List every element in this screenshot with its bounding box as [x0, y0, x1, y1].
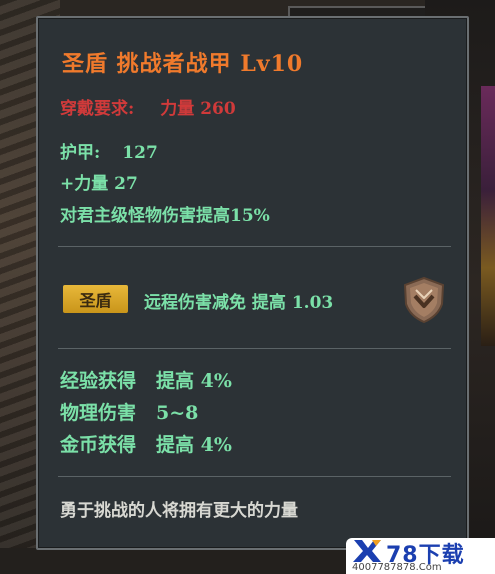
bonus-value: 提高 4%: [156, 370, 232, 392]
x-logo-icon: [353, 540, 381, 562]
stat-armor: 护甲: 127: [60, 138, 158, 163]
bonus-value: 5~8: [156, 402, 199, 424]
bonus-gold: 金币获得 提高 4%: [60, 430, 232, 457]
divider: [58, 246, 451, 247]
flavor-text: 勇于挑战的人将拥有更大的力量: [60, 501, 298, 521]
background-item-slot: [481, 86, 495, 346]
bonus-value: 提高 4%: [156, 434, 232, 456]
bonus-label: 物理伤害: [60, 402, 137, 424]
stat-strength: +力量 27: [60, 169, 138, 194]
stat-label: 对君主级怪物伤害提高15%: [60, 206, 270, 226]
shield-emblem-icon: [403, 276, 445, 324]
bonus-label: 金币获得: [60, 434, 137, 456]
requirement-value: 力量 260: [160, 99, 236, 119]
set-effect: 远程伤害减免 提高 1.03: [144, 293, 334, 313]
set-badge: 圣盾: [63, 285, 128, 313]
stat-label: 护甲:: [60, 143, 101, 163]
divider: [58, 348, 451, 349]
bonus-physical: 物理伤害 5~8: [60, 398, 198, 425]
bonus-exp: 经验获得 提高 4%: [60, 366, 232, 393]
divider: [58, 476, 451, 477]
item-tooltip: 圣盾 挑战者战甲 Lv10 穿戴要求: 力量 260 护甲: 127 +力量 27 …: [36, 16, 469, 550]
item-title: 圣盾 挑战者战甲 Lv10: [62, 51, 304, 77]
requirement-line: 穿戴要求: 力量 260: [60, 94, 236, 119]
stat-value: 127: [122, 143, 158, 163]
stat-label: +力量 27: [60, 174, 138, 194]
watermark: 78下载 4007787878.Com: [346, 538, 495, 574]
bonus-label: 经验获得: [60, 370, 137, 392]
stat-lord-damage: 对君主级怪物伤害提高15%: [60, 201, 270, 226]
requirement-label: 穿戴要求:: [60, 99, 135, 119]
watermark-url: 4007787878.Com: [352, 562, 442, 573]
